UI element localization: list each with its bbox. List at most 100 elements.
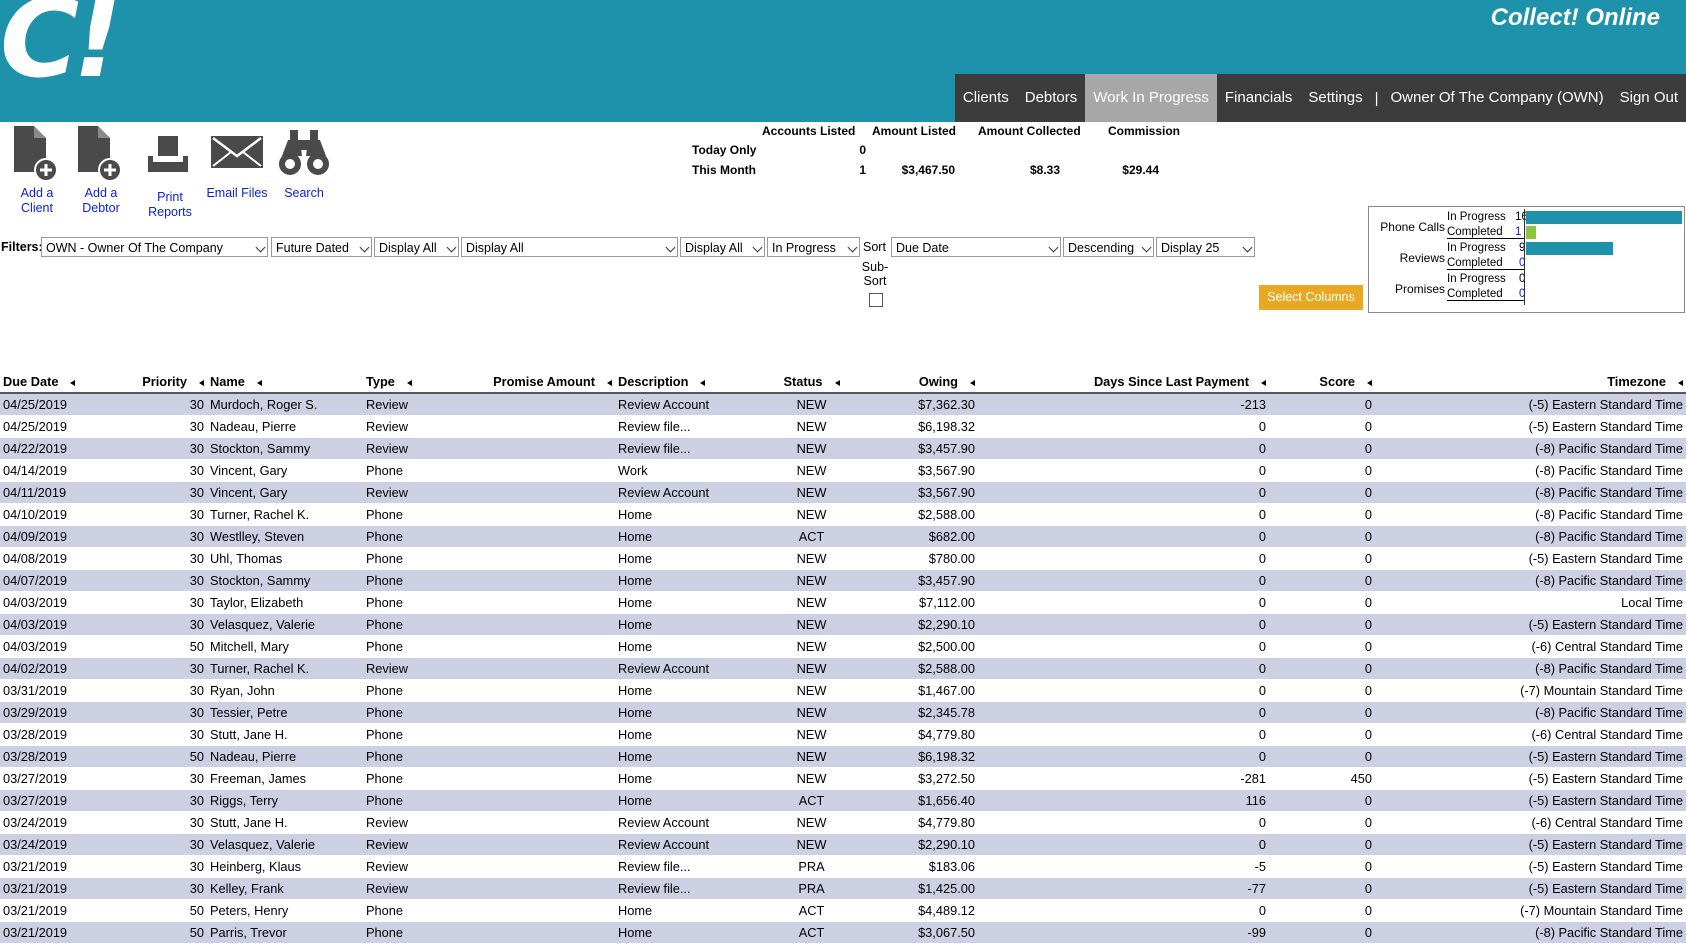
subsort-checkbox[interactable] — [869, 293, 883, 307]
cell-status: NEW — [771, 724, 852, 746]
column-header-type[interactable]: Type — [363, 371, 479, 393]
summary-phone-completed-count[interactable]: 1 — [1515, 226, 1521, 238]
table-row[interactable]: 04/25/201930Murdoch, Roger S.ReviewRevie… — [0, 393, 1686, 416]
cell-name[interactable]: Murdoch, Roger S. — [207, 393, 363, 416]
print-reports-button[interactable]: Print Reports — [146, 126, 194, 220]
cell-score: 0 — [1269, 922, 1375, 943]
table-row[interactable]: 03/21/201950Peters, HenryPhoneHomeACT$4,… — [0, 900, 1686, 922]
table-row[interactable]: 04/10/201930Turner, Rachel K.PhoneHomeNE… — [0, 504, 1686, 526]
cell-name[interactable]: Uhl, Thomas — [207, 548, 363, 570]
app-logo[interactable]: C! — [0, 0, 117, 94]
column-header-description[interactable]: Description — [615, 371, 771, 393]
table-row[interactable]: 04/11/201930Vincent, GaryReviewReview Ac… — [0, 482, 1686, 504]
cell-name[interactable]: Velasquez, Valerie — [207, 834, 363, 856]
display-filter-3-select[interactable]: Display All — [680, 237, 765, 257]
table-row[interactable]: 04/07/201930Stockton, SammyPhoneHomeNEW$… — [0, 570, 1686, 592]
nav-user[interactable]: Owner Of The Company (OWN) — [1383, 74, 1612, 122]
cell-timezone: (-7) Mountain Standard Time — [1375, 900, 1686, 922]
table-row[interactable]: 04/25/201930Nadeau, PierreReviewReview f… — [0, 416, 1686, 438]
table-row[interactable]: 03/27/201930Freeman, JamesPhoneHomeNEW$3… — [0, 768, 1686, 790]
cell-name[interactable]: Vincent, Gary — [207, 482, 363, 504]
dated-filter-select[interactable]: Future Dated — [271, 237, 372, 257]
owner-filter-select[interactable]: OWN - Owner Of The Company — [41, 237, 268, 257]
table-row[interactable]: 03/28/201950Nadeau, PierrePhoneHomeNEW$6… — [0, 746, 1686, 768]
page-size-select[interactable]: Display 25 — [1156, 237, 1255, 257]
display-filter-2-select[interactable]: Display All — [461, 237, 678, 257]
table-row[interactable]: 04/08/201930Uhl, ThomasPhoneHomeNEW$780.… — [0, 548, 1686, 570]
select-columns-button[interactable]: Select Columns — [1259, 285, 1363, 310]
add-file-icon — [76, 126, 126, 182]
cell-name[interactable]: Freeman, James — [207, 768, 363, 790]
cell-name[interactable]: Stutt, Jane H. — [207, 724, 363, 746]
column-header-due-date[interactable]: Due Date — [0, 371, 136, 393]
table-row[interactable]: 04/22/201930Stockton, SammyReviewReview … — [0, 438, 1686, 460]
table-row[interactable]: 04/09/201930Westlley, StevenPhoneHomeACT… — [0, 526, 1686, 548]
cell-name[interactable]: Ryan, John — [207, 680, 363, 702]
cell-name[interactable]: Vincent, Gary — [207, 460, 363, 482]
cell-name[interactable]: Tessier, Petre — [207, 702, 363, 724]
nav-work-in-progress[interactable]: Work In Progress — [1085, 74, 1217, 122]
nav-financials[interactable]: Financials — [1217, 74, 1301, 122]
column-header-timezone[interactable]: Timezone — [1375, 371, 1686, 393]
cell-name[interactable]: Stockton, Sammy — [207, 570, 363, 592]
cell-name[interactable]: Westlley, Steven — [207, 526, 363, 548]
column-header-promise-amount[interactable]: Promise Amount — [479, 371, 615, 393]
cell-score: 0 — [1269, 592, 1375, 614]
column-header-score[interactable]: Score — [1269, 371, 1375, 393]
search-button[interactable]: Search — [276, 126, 332, 201]
cell-name[interactable]: Peters, Henry — [207, 900, 363, 922]
page-size-value: Display 25 — [1161, 241, 1219, 255]
cell-name[interactable]: Velasquez, Valerie — [207, 614, 363, 636]
add-client-button[interactable]: Add a Client — [12, 126, 62, 216]
table-row[interactable]: 03/31/201930Ryan, JohnPhoneHomeNEW$1,467… — [0, 680, 1686, 702]
table-row[interactable]: 03/28/201930Stutt, Jane H.PhoneHomeNEW$4… — [0, 724, 1686, 746]
cell-name[interactable]: Mitchell, Mary — [207, 636, 363, 658]
table-row[interactable]: 03/27/201930Riggs, TerryPhoneHomeACT$1,6… — [0, 790, 1686, 812]
cell-name[interactable]: Heinberg, Klaus — [207, 856, 363, 878]
nav-clients[interactable]: Clients — [955, 74, 1017, 122]
cell-name[interactable]: Stutt, Jane H. — [207, 812, 363, 834]
column-header-status[interactable]: Status — [771, 371, 852, 393]
column-header-owing[interactable]: Owing — [852, 371, 978, 393]
column-header-priority[interactable]: Priority — [136, 371, 207, 393]
order-select[interactable]: Descending — [1063, 237, 1154, 257]
cell-name[interactable]: Riggs, Terry — [207, 790, 363, 812]
cell-name[interactable]: Kelley, Frank — [207, 878, 363, 900]
cell-due-date: 04/14/2019 — [0, 460, 136, 482]
table-row[interactable]: 03/29/201930Tessier, PetrePhoneHomeNEW$2… — [0, 702, 1686, 724]
add-debtor-button[interactable]: Add a Debtor — [76, 126, 126, 216]
cell-name[interactable]: Stockton, Sammy — [207, 438, 363, 460]
cell-name[interactable]: Nadeau, Pierre — [207, 746, 363, 768]
table-row[interactable]: 04/03/201930Velasquez, ValeriePhoneHomeN… — [0, 614, 1686, 636]
table-row[interactable]: 03/21/201950Parris, TrevorPhoneHomeACT$3… — [0, 922, 1686, 943]
table-row[interactable]: 04/03/201930Taylor, ElizabethPhoneHomeNE… — [0, 592, 1686, 614]
cell-days-since-last-payment: 0 — [978, 526, 1269, 548]
nav-settings[interactable]: Settings — [1300, 74, 1370, 122]
cell-name[interactable]: Nadeau, Pierre — [207, 416, 363, 438]
cell-days-since-last-payment: 0 — [978, 724, 1269, 746]
table-row[interactable]: 03/21/201930Heinberg, KlausReviewReview … — [0, 856, 1686, 878]
nav-sign-out[interactable]: Sign Out — [1612, 74, 1686, 122]
display-filter-1-select[interactable]: Display All — [374, 237, 459, 257]
cell-name[interactable]: Taylor, Elizabeth — [207, 592, 363, 614]
table-row[interactable]: 03/21/201930Kelley, FrankReviewReview fi… — [0, 878, 1686, 900]
table-row[interactable]: 04/03/201950Mitchell, MaryPhoneHomeNEW$2… — [0, 636, 1686, 658]
table-row[interactable]: 04/14/201930Vincent, GaryPhoneWorkNEW$3,… — [0, 460, 1686, 482]
sort-arrow-icon — [199, 380, 204, 386]
column-header-label: Description — [618, 374, 688, 389]
cell-description: Review file... — [615, 878, 771, 900]
table-row[interactable]: 04/02/201930Turner, Rachel K.ReviewRevie… — [0, 658, 1686, 680]
nav-debtors[interactable]: Debtors — [1017, 74, 1086, 122]
table-row[interactable]: 03/24/201930Stutt, Jane H.ReviewReview A… — [0, 812, 1686, 834]
table-row[interactable]: 03/24/201930Velasquez, ValerieReviewRevi… — [0, 834, 1686, 856]
cell-name[interactable]: Turner, Rachel K. — [207, 504, 363, 526]
cell-due-date: 04/25/2019 — [0, 393, 136, 416]
sort-arrow-icon — [970, 380, 975, 386]
status-filter-select[interactable]: In Progress — [767, 237, 860, 257]
cell-name[interactable]: Parris, Trevor — [207, 922, 363, 943]
email-files-button[interactable]: Email Files — [206, 126, 268, 201]
sort-select[interactable]: Due Date — [891, 237, 1061, 257]
cell-name[interactable]: Turner, Rachel K. — [207, 658, 363, 680]
column-header-name[interactable]: Name — [207, 371, 363, 393]
column-header-days-since-last-payment[interactable]: Days Since Last Payment — [978, 371, 1269, 393]
